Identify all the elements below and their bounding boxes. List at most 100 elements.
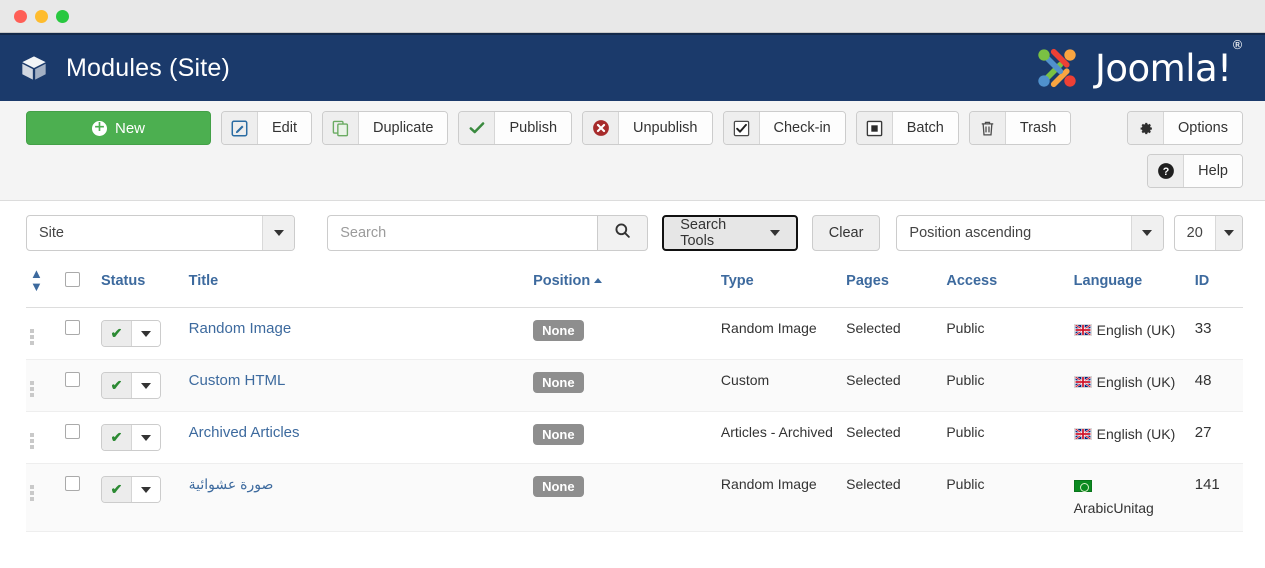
row-drag-cell bbox=[26, 359, 62, 412]
row-title-link[interactable]: Random Image bbox=[189, 320, 292, 337]
chevron-down-icon bbox=[1214, 216, 1242, 250]
trash-button[interactable]: Trash bbox=[968, 111, 1072, 145]
registered-mark: ® bbox=[1231, 38, 1244, 53]
search-button[interactable] bbox=[596, 215, 649, 251]
row-select-cell bbox=[61, 411, 97, 464]
row-title-link[interactable]: Archived Articles bbox=[189, 424, 300, 441]
options-button[interactable]: Options bbox=[1127, 111, 1243, 145]
check-icon bbox=[459, 112, 496, 144]
magnifier-icon bbox=[614, 222, 631, 244]
row-select-cell bbox=[61, 359, 97, 412]
row-checkbox[interactable] bbox=[65, 320, 81, 335]
row-checkbox[interactable] bbox=[65, 424, 81, 439]
row-title-cell: Random Image bbox=[184, 307, 530, 360]
publish-button-label: Publish bbox=[495, 112, 572, 144]
row-type-cell: Random Image bbox=[716, 307, 843, 360]
drag-handle-icon[interactable] bbox=[30, 430, 34, 449]
row-select-cell bbox=[61, 307, 97, 360]
row-title-link[interactable]: صورة عشوائية bbox=[189, 476, 274, 492]
row-access-cell: Public bbox=[942, 359, 1070, 412]
status-chevron-down-icon[interactable] bbox=[131, 373, 160, 398]
duplicate-button[interactable]: Duplicate bbox=[322, 111, 449, 145]
row-status-cell: ✔ bbox=[96, 307, 185, 360]
scope-select[interactable]: Site bbox=[26, 215, 296, 251]
column-header-pages[interactable]: Pages bbox=[842, 261, 943, 308]
chevron-down-icon bbox=[262, 216, 295, 250]
checkin-button-label: Check-in bbox=[759, 112, 845, 144]
column-header-ordering[interactable]: ▲ ▼ bbox=[26, 261, 62, 308]
row-position-cell: None bbox=[529, 411, 717, 464]
drag-handle-icon[interactable] bbox=[30, 482, 34, 501]
row-title-cell: Custom HTML bbox=[184, 359, 530, 412]
search-tools-button[interactable]: Search Tools bbox=[662, 215, 798, 251]
row-id-cell: 33 bbox=[1190, 307, 1243, 360]
filter-bar: Site Search Tools Clear Position ascendi… bbox=[0, 201, 1265, 261]
status-chevron-down-icon[interactable] bbox=[131, 425, 160, 450]
batch-button-label: Batch bbox=[892, 112, 958, 144]
column-header-status[interactable]: Status bbox=[96, 261, 185, 308]
clear-button[interactable]: Clear bbox=[811, 215, 881, 251]
published-check-icon[interactable]: ✔ bbox=[101, 373, 132, 398]
column-header-title[interactable]: Title bbox=[184, 261, 530, 308]
row-checkbox[interactable] bbox=[65, 372, 81, 387]
row-status-button-group[interactable]: ✔ bbox=[100, 424, 161, 451]
close-window-button[interactable] bbox=[14, 9, 27, 23]
uk-flag-icon bbox=[1073, 324, 1092, 336]
published-check-icon[interactable]: ✔ bbox=[101, 321, 132, 346]
select-all-checkbox[interactable] bbox=[65, 271, 81, 287]
x-circle-icon bbox=[583, 112, 620, 144]
column-header-position[interactable]: Position bbox=[529, 261, 717, 308]
row-status-cell: ✔ bbox=[96, 411, 185, 464]
joomla-wordmark: Joomla!® bbox=[1094, 38, 1243, 90]
publish-button[interactable]: Publish bbox=[458, 111, 573, 145]
row-access-cell: Public bbox=[942, 463, 1070, 533]
row-language-cell: English (UK) bbox=[1069, 359, 1191, 412]
published-check-icon[interactable]: ✔ bbox=[101, 477, 132, 502]
column-header-id[interactable]: ID bbox=[1190, 261, 1243, 308]
row-status-button-group[interactable]: ✔ bbox=[100, 320, 161, 347]
row-access-cell: Public bbox=[942, 411, 1070, 464]
minimize-window-button[interactable] bbox=[35, 9, 48, 23]
sort-select[interactable]: Position ascending bbox=[896, 215, 1164, 251]
column-header-language[interactable]: Language bbox=[1069, 261, 1191, 308]
position-badge: None bbox=[533, 424, 584, 445]
row-title-link[interactable]: Custom HTML bbox=[189, 372, 286, 389]
drag-handle-icon[interactable] bbox=[30, 378, 34, 397]
status-chevron-down-icon[interactable] bbox=[131, 477, 160, 502]
row-checkbox[interactable] bbox=[65, 476, 81, 491]
gear-icon bbox=[1128, 112, 1165, 144]
question-circle-icon: ? bbox=[1148, 155, 1185, 187]
row-language-cell: English (UK) bbox=[1069, 411, 1191, 464]
row-language-cell: English (UK) bbox=[1069, 307, 1191, 360]
drag-handle-icon[interactable] bbox=[30, 326, 34, 345]
published-check-icon[interactable]: ✔ bbox=[101, 425, 132, 450]
edit-button[interactable]: Edit bbox=[221, 111, 312, 145]
green-flag-icon bbox=[1073, 480, 1092, 492]
new-button-label: New bbox=[114, 119, 145, 137]
limit-select[interactable]: 20 bbox=[1173, 215, 1243, 251]
scope-select-value: Site bbox=[39, 225, 64, 241]
help-button[interactable]: ? Help bbox=[1147, 154, 1243, 188]
search-input[interactable] bbox=[327, 215, 597, 251]
pencil-square-icon bbox=[222, 112, 258, 144]
duplicate-button-label: Duplicate bbox=[359, 112, 448, 144]
batch-button[interactable]: Batch bbox=[855, 111, 959, 145]
unpublish-button[interactable]: Unpublish bbox=[582, 111, 713, 145]
row-status-button-group[interactable]: ✔ bbox=[100, 476, 161, 503]
row-access-cell: Public bbox=[942, 307, 1070, 360]
row-language-label: English (UK) bbox=[1096, 374, 1176, 390]
row-status-button-group[interactable]: ✔ bbox=[100, 372, 161, 399]
status-chevron-down-icon[interactable] bbox=[131, 321, 160, 346]
row-language-cell: ArabicUnitag bbox=[1069, 463, 1191, 533]
maximize-window-button[interactable] bbox=[56, 9, 69, 23]
column-header-type[interactable]: Type bbox=[716, 261, 843, 308]
search-tools-label: Search Tools bbox=[680, 217, 727, 249]
checkin-button[interactable]: Check-in bbox=[722, 111, 846, 145]
trash-button-label: Trash bbox=[1005, 112, 1071, 144]
window-titlebar bbox=[0, 0, 1265, 33]
column-header-position-label: Position bbox=[533, 273, 591, 289]
column-header-access[interactable]: Access bbox=[942, 261, 1070, 308]
page-title: Modules (Site) bbox=[66, 53, 230, 82]
new-button[interactable]: + New bbox=[26, 111, 211, 145]
row-type-cell: Articles - Archived bbox=[716, 411, 843, 464]
